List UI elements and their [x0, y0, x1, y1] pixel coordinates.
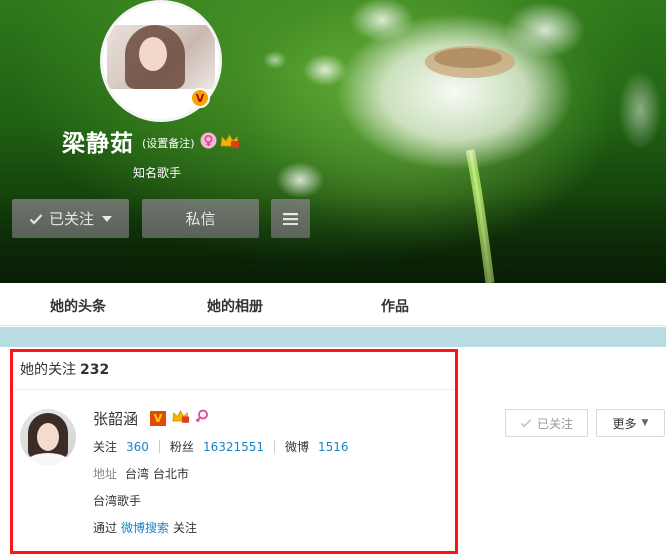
tab-headlines[interactable]: 她的头条 — [50, 296, 106, 316]
check-icon — [29, 213, 43, 225]
user-more-button[interactable]: 更多 ▼ — [596, 409, 665, 437]
verified-badge-icon: V — [190, 88, 210, 108]
tab-album[interactable]: 她的相册 — [207, 296, 263, 316]
menu-button[interactable] — [271, 199, 310, 238]
female-icon — [200, 132, 217, 153]
set-remark-link[interactable]: (设置备注) — [142, 135, 195, 151]
vip-crown-icon — [219, 132, 240, 153]
section-divider-strip — [0, 327, 666, 347]
tab-works[interactable]: 作品 — [381, 296, 409, 316]
followed-button-label: 已关注 — [48, 210, 94, 228]
user-followed-label: 已关注 — [536, 416, 573, 431]
caret-down-icon: ▼ — [641, 418, 649, 428]
avatar-photo — [107, 25, 215, 89]
user-followed-button[interactable]: 已关注 — [505, 409, 588, 437]
profile-name-row: 梁静茹 (设置备注) — [62, 126, 240, 157]
profile-name: 梁静茹 — [62, 131, 134, 157]
message-button-label: 私信 — [185, 210, 216, 228]
highlight-box — [10, 349, 458, 554]
profile-title: 知名歌手 — [133, 166, 182, 180]
user-more-label: 更多 — [612, 416, 637, 431]
message-button[interactable]: 私信 — [142, 199, 259, 238]
check-icon — [520, 419, 532, 428]
profile-tabs: 她的头条 她的相册 作品 — [0, 283, 666, 326]
hamburger-icon — [283, 212, 298, 225]
profile-cover: V 梁静茹 (设置备注) 知名歌手 已关注 私信 — [0, 0, 666, 283]
followed-button[interactable]: 已关注 — [12, 199, 129, 238]
caret-down-icon — [102, 215, 112, 222]
